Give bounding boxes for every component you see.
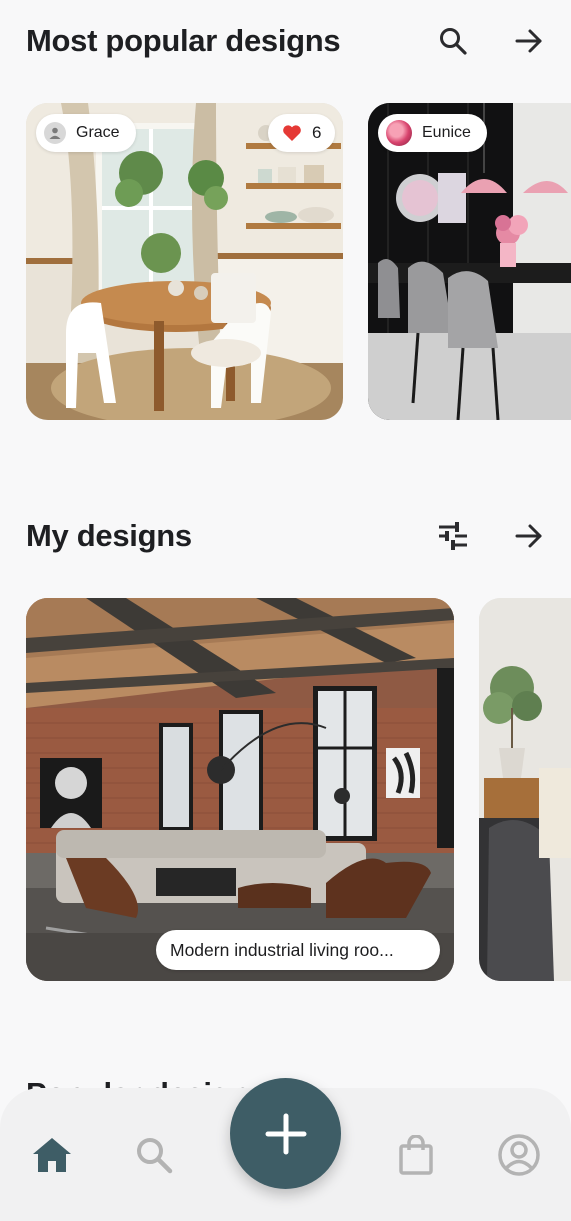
- author-name: Grace: [76, 124, 120, 141]
- nav-search-icon[interactable]: [129, 1130, 179, 1180]
- my-design-card[interactable]: Modern industrial living roo...: [26, 598, 454, 981]
- design-caption-text: Modern industrial living roo...: [170, 939, 394, 960]
- photo-avatar: [386, 120, 412, 146]
- search-icon[interactable]: [435, 23, 471, 59]
- popular-actions: [435, 23, 547, 59]
- my-designs-header: My designs: [26, 515, 547, 557]
- author-name: Eunice: [422, 124, 471, 141]
- popular-design-card[interactable]: Eunice: [368, 103, 571, 420]
- my-designs-title: My designs: [26, 518, 192, 553]
- popular-design-card[interactable]: Grace 6: [26, 103, 343, 420]
- popular-see-all-arrow-icon[interactable]: [511, 23, 547, 59]
- home-icon[interactable]: [27, 1130, 77, 1180]
- industrial-living-room-image: [26, 598, 454, 981]
- heart-icon: [283, 125, 301, 141]
- like-count: 6: [312, 123, 322, 142]
- account-icon[interactable]: [494, 1130, 544, 1180]
- my-design-card[interactable]: [479, 598, 571, 981]
- person-icon: [44, 122, 66, 144]
- tune-icon[interactable]: [435, 518, 471, 554]
- add-icon: [265, 1113, 306, 1154]
- add-design-button[interactable]: [230, 1078, 341, 1189]
- my-designs-see-all-arrow-icon[interactable]: [511, 518, 547, 554]
- app-screen: Most popular designs Grace 6 Eunice My d…: [0, 0, 571, 1221]
- author-chip[interactable]: Eunice: [378, 114, 487, 152]
- author-chip[interactable]: Grace: [36, 114, 136, 152]
- popular-title: Most popular designs: [26, 23, 341, 58]
- shopping-bag-icon[interactable]: [391, 1130, 441, 1180]
- like-button[interactable]: 6: [268, 114, 336, 152]
- my-designs-actions: [435, 518, 547, 554]
- plant-room-image: [479, 598, 571, 981]
- popular-header: Most popular designs: [26, 20, 547, 62]
- design-caption: Modern industrial living roo...: [156, 930, 440, 970]
